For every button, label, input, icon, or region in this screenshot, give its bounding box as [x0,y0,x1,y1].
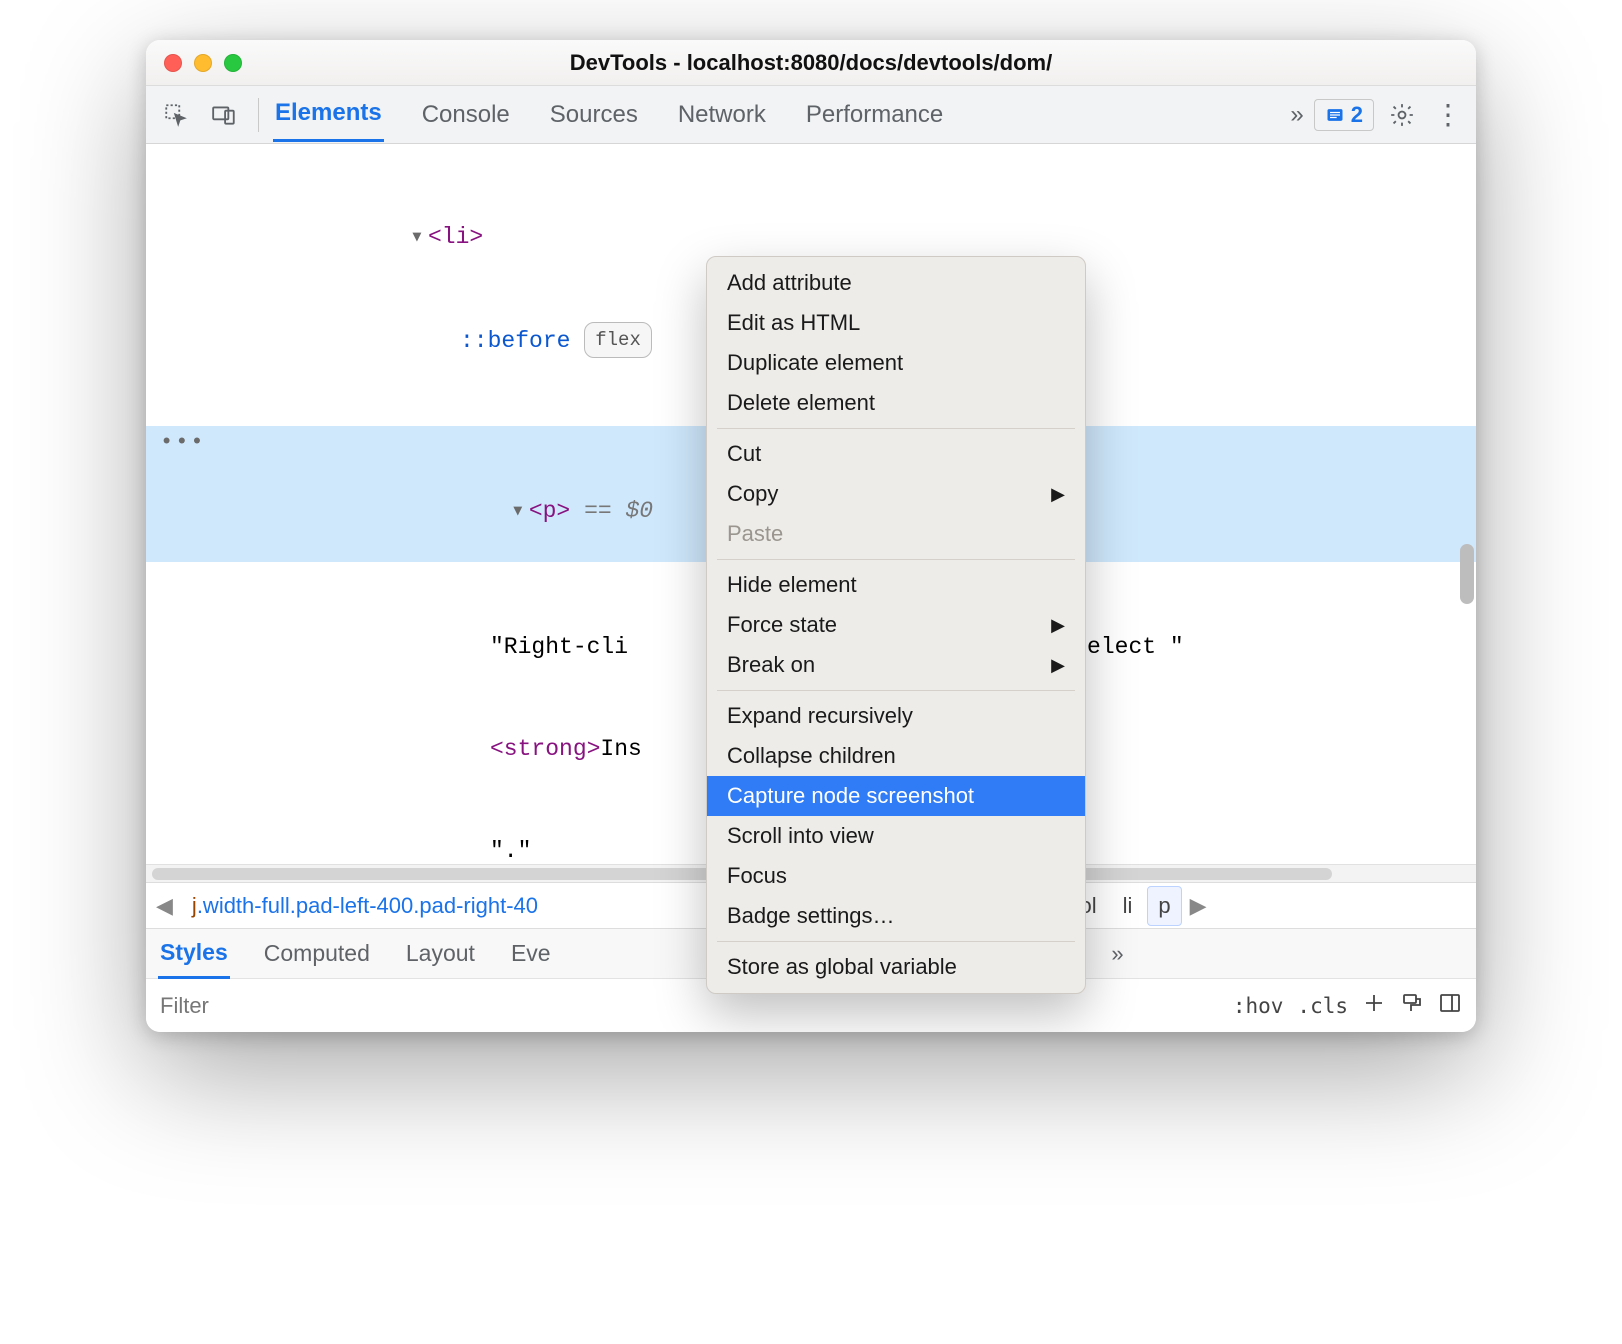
chevron-right-icon: ▶ [1051,655,1065,676]
hover-toggle[interactable]: :hov [1233,994,1284,1018]
crumb-prev-icon[interactable]: ◀ [152,893,177,919]
ctx-cut[interactable]: Cut [707,434,1085,474]
minimize-icon[interactable] [194,54,212,72]
inspect-element-icon[interactable] [156,95,196,135]
window-title: DevTools - localhost:8080/docs/devtools/… [570,50,1052,76]
ctx-focus[interactable]: Focus [707,856,1085,896]
panel-tabs: Elements Console Sources Network Perform… [273,87,945,142]
tab-network[interactable]: Network [676,89,768,141]
more-tabs-icon[interactable]: » [1290,101,1303,129]
ctx-collapse[interactable]: Collapse children [707,736,1085,776]
styles-filter-input[interactable]: Filter [160,993,340,1019]
settings-icon[interactable] [1384,97,1420,133]
devtools-window: DevTools - localhost:8080/docs/devtools/… [146,40,1476,1032]
dom-text: "Right-cli [490,634,628,660]
breadcrumb-item[interactable]: j.width-full.pad-left-400.pad-right-40 [181,886,549,926]
ctx-store-global[interactable]: Store as global variable [707,947,1085,987]
flex-badge[interactable]: flex [584,322,652,358]
selected-marker: == $0 [584,498,653,524]
gutter-menu-icon[interactable]: ••• [160,426,206,460]
new-style-rule-icon[interactable] [1362,991,1386,1021]
chevron-right-icon: ▶ [1051,615,1065,636]
ctx-duplicate[interactable]: Duplicate element [707,343,1085,383]
paint-icon[interactable] [1400,991,1424,1021]
ctx-capture-screenshot[interactable]: Capture node screenshot [707,776,1085,816]
breadcrumb-item-selected[interactable]: p [1147,886,1181,926]
ctx-hide[interactable]: Hide element [707,565,1085,605]
subtab-computed[interactable]: Computed [262,930,372,977]
dom-text: Ins [600,736,641,762]
close-icon[interactable] [164,54,182,72]
computed-sidebar-icon[interactable] [1438,991,1462,1021]
ctx-force-state[interactable]: Force state▶ [707,605,1085,645]
ctx-expand[interactable]: Expand recursively [707,696,1085,736]
ctx-add-attribute[interactable]: Add attribute [707,263,1085,303]
chevron-right-icon: ▶ [1051,484,1065,505]
vertical-scrollbar[interactable] [1460,544,1474,604]
more-subtabs-icon[interactable]: » [1111,941,1123,967]
ctx-delete[interactable]: Delete element [707,383,1085,423]
ctx-copy[interactable]: Copy▶ [707,474,1085,514]
ctx-scroll-into-view[interactable]: Scroll into view [707,816,1085,856]
context-menu: Add attribute Edit as HTML Duplicate ele… [706,256,1086,994]
tab-sources[interactable]: Sources [548,89,640,141]
ctx-edit-html[interactable]: Edit as HTML [707,303,1085,343]
issues-count: 2 [1351,102,1363,128]
subtab-layout[interactable]: Layout [404,930,477,977]
main-toolbar: Elements Console Sources Network Perform… [146,86,1476,144]
crumb-next-icon[interactable]: ▶ [1186,893,1211,919]
dom-text: "." [490,838,531,864]
issues-counter[interactable]: 2 [1314,99,1374,131]
tab-performance[interactable]: Performance [804,89,945,141]
ctx-badge-settings[interactable]: Badge settings… [707,896,1085,936]
breadcrumb-item[interactable]: li [1112,886,1144,926]
ctx-paste: Paste [707,514,1085,554]
tab-elements[interactable]: Elements [273,87,384,142]
pseudo-before[interactable]: ::before [460,328,570,354]
zoom-icon[interactable] [224,54,242,72]
window-titlebar: DevTools - localhost:8080/docs/devtools/… [146,40,1476,86]
kebab-menu-icon[interactable]: ⋮ [1430,97,1466,133]
traffic-lights [164,54,242,72]
ctx-break-on[interactable]: Break on▶ [707,645,1085,685]
tab-console[interactable]: Console [420,89,512,141]
subtab-events[interactable]: Eve [509,930,553,977]
toolbar-separator [258,98,259,132]
cls-toggle[interactable]: .cls [1297,994,1348,1018]
device-toolbar-icon[interactable] [204,95,244,135]
subtab-styles[interactable]: Styles [158,929,230,979]
